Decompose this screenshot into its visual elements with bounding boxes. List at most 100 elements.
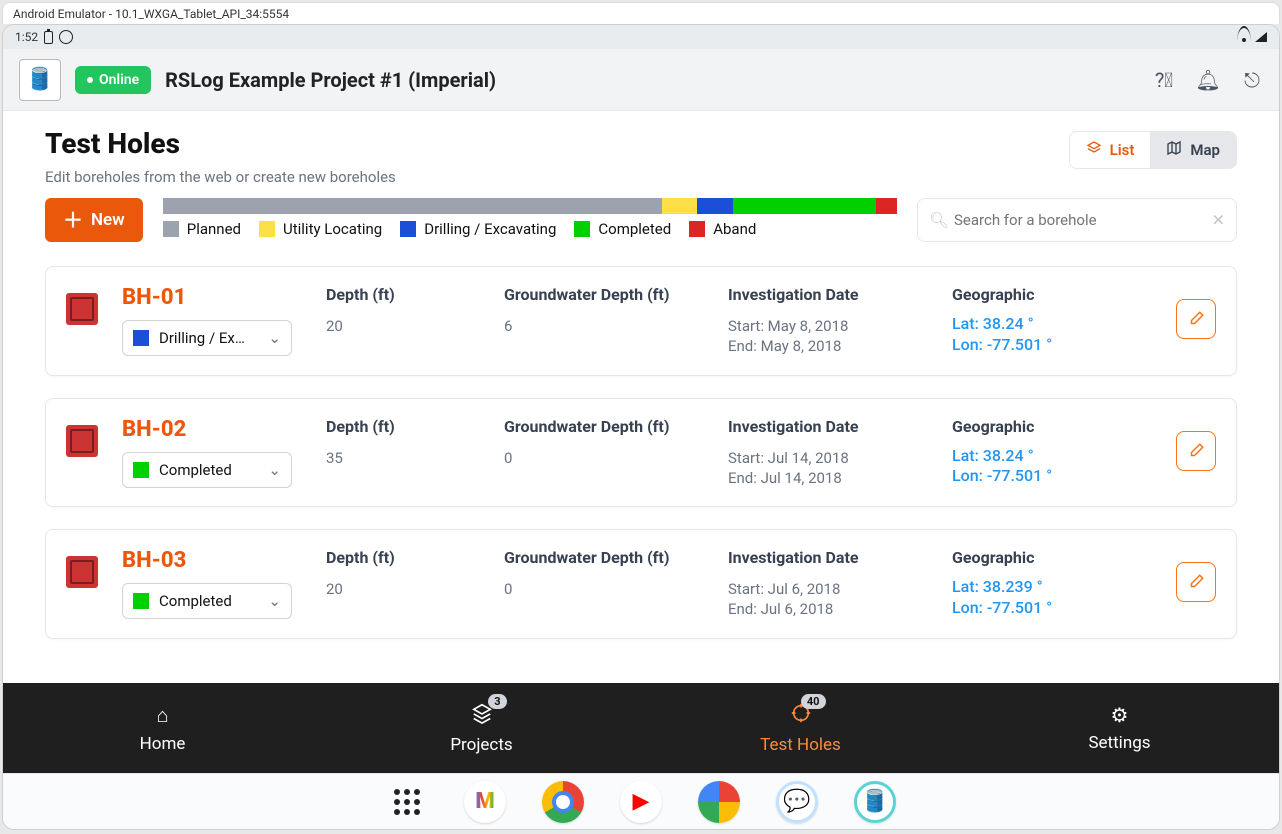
clock: 1:52 (15, 30, 38, 44)
col-depth-header: Depth (ft) (326, 548, 480, 567)
status-swatch (133, 330, 149, 346)
borehole-name[interactable]: BH-02 (122, 417, 302, 442)
status-select[interactable]: Drilling / Ex…⌄ (122, 320, 292, 356)
layers-icon (1086, 140, 1102, 160)
legend-segment (697, 198, 733, 214)
search-input[interactable] (917, 198, 1237, 242)
depth-value: 20 (326, 579, 480, 599)
geo-link[interactable]: Lat: 38.239 °Lon: -77.501 ° (952, 577, 1152, 619)
testholes-badge: 40 (801, 694, 826, 709)
date-value: Start: Jul 14, 2018End: Jul 14, 2018 (728, 448, 928, 489)
col-date-header: Investigation Date (728, 548, 928, 567)
borehole-name[interactable]: BH-03 (122, 548, 302, 573)
col-depth-header: Depth (ft) (326, 285, 480, 304)
borehole-name[interactable]: BH-01 (122, 285, 302, 310)
geo-link[interactable]: Lat: 38.24 °Lon: -77.501 ° (952, 314, 1152, 356)
legend-label: Drilling / Excavating (424, 220, 556, 238)
photos-icon[interactable] (698, 781, 740, 823)
legend-item: Completed (574, 220, 671, 238)
chevron-down-icon: ⌄ (268, 461, 281, 479)
rslog-app-icon[interactable]: 🛢️ (854, 781, 896, 823)
view-list-tab[interactable]: List (1070, 132, 1151, 168)
messages-icon[interactable]: 💬 (776, 781, 818, 823)
device-frame: 1:52 🛢️ Online RSLog Example Project #1 … (2, 24, 1280, 830)
plus-icon: ＋ (63, 210, 83, 230)
logout-icon[interactable]: ⎋ (1241, 69, 1263, 91)
chrome-icon[interactable] (542, 781, 584, 823)
home-icon: ⌂ (156, 703, 168, 728)
date-value: Start: Jul 6, 2018End: Jul 6, 2018 (728, 579, 928, 620)
col-gw-header: Groundwater Depth (ft) (504, 285, 704, 304)
status-swatch (133, 593, 149, 609)
target-icon: 40 (790, 702, 812, 729)
col-gw-header: Groundwater Depth (ft) (504, 548, 704, 567)
borehole-icon (66, 556, 98, 588)
col-depth-header: Depth (ft) (326, 417, 480, 436)
wifi-icon (1237, 32, 1251, 42)
nav-settings-label: Settings (1088, 733, 1150, 753)
view-list-label: List (1110, 141, 1135, 159)
borehole-card: BH-01 Drilling / Ex…⌄ Depth (ft) 20 Groundwa… (45, 266, 1237, 376)
col-gw-header: Groundwater Depth (ft) (504, 417, 704, 436)
legend-label: Planned (187, 220, 241, 238)
geo-link[interactable]: Lat: 38.24 °Lon: -77.501 ° (952, 446, 1152, 488)
gw-value: 0 (504, 448, 704, 468)
status-swatch (133, 462, 149, 478)
page-subtitle: Edit boreholes from the web or create ne… (45, 168, 396, 186)
new-button[interactable]: ＋ New (45, 198, 143, 242)
legend-swatch (163, 221, 179, 237)
clear-search-icon[interactable]: ✕ (1212, 211, 1225, 230)
youtube-icon[interactable]: ▶ (620, 781, 662, 823)
app-logo-icon[interactable]: 🛢️ (19, 59, 61, 101)
view-map-tab[interactable]: Map (1150, 132, 1236, 168)
map-icon (1166, 140, 1182, 160)
edit-button[interactable] (1176, 299, 1216, 339)
col-geo-header: Geographic (952, 417, 1152, 436)
legend-item: Aband (689, 220, 756, 238)
legend-label: Completed (598, 220, 671, 238)
edit-button[interactable] (1176, 431, 1216, 471)
nav-projects-label: Projects (450, 735, 512, 755)
gmail-icon[interactable]: M (464, 781, 506, 823)
help-icon[interactable]: ?⃝ (1153, 69, 1175, 91)
col-geo-header: Geographic (952, 548, 1152, 567)
gear-icon: ⚙︎ (1111, 703, 1129, 727)
nav-home[interactable]: ⌂ Home (3, 683, 322, 773)
chevron-down-icon: ⌄ (268, 329, 281, 347)
projects-badge: 3 (488, 694, 506, 709)
col-geo-header: Geographic (952, 285, 1152, 304)
legend-swatch (259, 221, 275, 237)
emulator-title: Android Emulator - 10.1_WXGA_Tablet_API_… (13, 7, 289, 21)
depth-value: 35 (326, 448, 480, 468)
nav-testholes-label: Test Holes (760, 735, 841, 755)
android-system-bar: M ▶ 💬 🛢️ (3, 773, 1279, 829)
status-select[interactable]: Completed⌄ (122, 583, 292, 619)
legend-item: Utility Locating (259, 220, 382, 238)
globe-icon (59, 30, 73, 44)
app-drawer-icon[interactable] (386, 781, 428, 823)
nav-testholes[interactable]: 40 Test Holes (641, 683, 960, 773)
borehole-icon (66, 293, 98, 325)
edit-button[interactable] (1176, 562, 1216, 602)
status-select[interactable]: Completed⌄ (122, 452, 292, 488)
depth-value: 20 (326, 316, 480, 336)
legend-segment (163, 198, 662, 214)
app-header: 🛢️ Online RSLog Example Project #1 (Impe… (3, 49, 1279, 111)
legend-label: Aband (713, 220, 756, 238)
nav-home-label: Home (140, 734, 186, 754)
android-status-bar: 1:52 (3, 25, 1279, 49)
legend-swatch (689, 221, 705, 237)
project-title: RSLog Example Project #1 (Imperial) (165, 68, 496, 92)
legend-label: Utility Locating (283, 220, 382, 238)
bell-icon[interactable]: 🔔︎ (1197, 69, 1219, 91)
legend-swatch (400, 221, 416, 237)
legend-segment (733, 198, 876, 214)
legend-item: Planned (163, 220, 241, 238)
page-title: Test Holes (45, 127, 396, 160)
online-label: Online (99, 72, 139, 88)
online-status: Online (75, 66, 151, 94)
borehole-icon (66, 425, 98, 457)
nav-projects[interactable]: 3 Projects (322, 683, 641, 773)
date-value: Start: May 8, 2018End: May 8, 2018 (728, 316, 928, 357)
nav-settings[interactable]: ⚙︎ Settings (960, 683, 1279, 773)
